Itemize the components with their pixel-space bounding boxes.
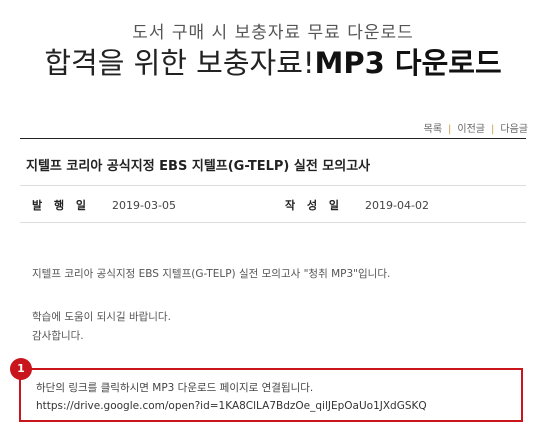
nav-separator: | [491, 124, 495, 135]
headline-prefix: 합격을 위한 보충자료! [44, 46, 315, 80]
body-wish: 학습에 도움이 되시길 바랍니다. [32, 311, 171, 323]
body-thanks: 감사합니다. [32, 330, 84, 342]
download-link[interactable]: https://drive.google.com/open?id=1KA8ClL… [36, 400, 427, 412]
published-date: 발 행 일 2019-03-05 [32, 197, 176, 213]
prev-post-link[interactable]: 이전글 [457, 124, 485, 135]
banner-headline: 합격을 위한 보충자료!MP3 다운로드 [0, 40, 546, 82]
post-navigation: 목록 | 이전글 | 다음글 [424, 120, 528, 135]
title-divider [20, 185, 526, 186]
body-intro: 지텔프 코리아 공식지정 EBS 지텔프(G-TELP) 실전 모의고사 "청취… [32, 268, 391, 280]
meta-divider [20, 222, 526, 223]
published-label: 발 행 일 [32, 199, 91, 212]
written-date: 작 성 일 2019-04-02 [285, 197, 429, 213]
next-post-link[interactable]: 다음글 [500, 124, 528, 135]
post-title: 지텔프 코리아 공식지정 EBS 지텔프(G-TELP) 실전 모의고사 [26, 159, 371, 174]
headline-strong: MP3 다운로드 [314, 46, 502, 80]
published-value: 2019-03-05 [112, 199, 176, 212]
list-link[interactable]: 목록 [424, 124, 442, 135]
download-caption: 하단의 링크를 클릭하시면 MP3 다운로드 페이지로 연결됩니다. [36, 382, 314, 394]
written-value: 2019-04-02 [365, 199, 429, 212]
header-top-rule [20, 138, 526, 139]
nav-separator: | [448, 124, 452, 135]
download-highlight-box [19, 368, 523, 422]
written-label: 작 성 일 [285, 199, 344, 212]
step-badge: 1 [10, 358, 32, 380]
